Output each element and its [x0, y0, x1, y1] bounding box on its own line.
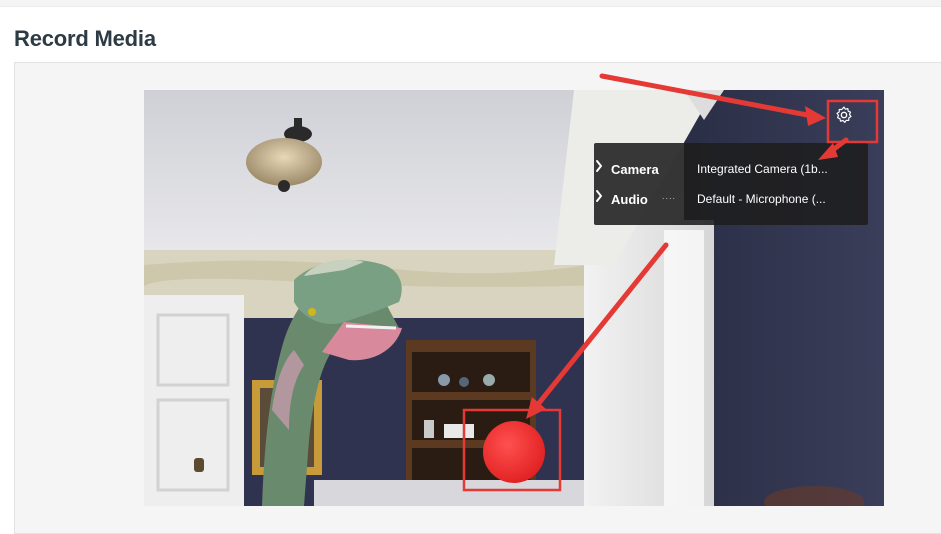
camera-select[interactable]: Camera Integrated Camera (1b...	[594, 155, 868, 183]
video-preview: Camera Integrated Camera (1b... Audio ..…	[144, 90, 884, 506]
chevron-right-icon	[596, 190, 602, 202]
camera-label: Camera	[611, 161, 659, 177]
audio-select[interactable]: Audio .... Default - Microphone (...	[594, 185, 868, 213]
media-settings-menu: Camera Integrated Camera (1b... Audio ..…	[594, 143, 868, 225]
chevron-right-icon	[596, 160, 602, 172]
top-divider	[0, 0, 941, 7]
gear-icon	[836, 106, 852, 123]
audio-label: Audio	[611, 191, 648, 207]
record-button[interactable]	[483, 421, 545, 483]
page-title: Record Media	[14, 26, 156, 51]
settings-button[interactable]	[834, 105, 862, 133]
audio-value: Default - Microphone (...	[697, 192, 826, 206]
camera-value: Integrated Camera (1b...	[697, 162, 828, 176]
audio-level-indicator: ....	[662, 191, 677, 201]
